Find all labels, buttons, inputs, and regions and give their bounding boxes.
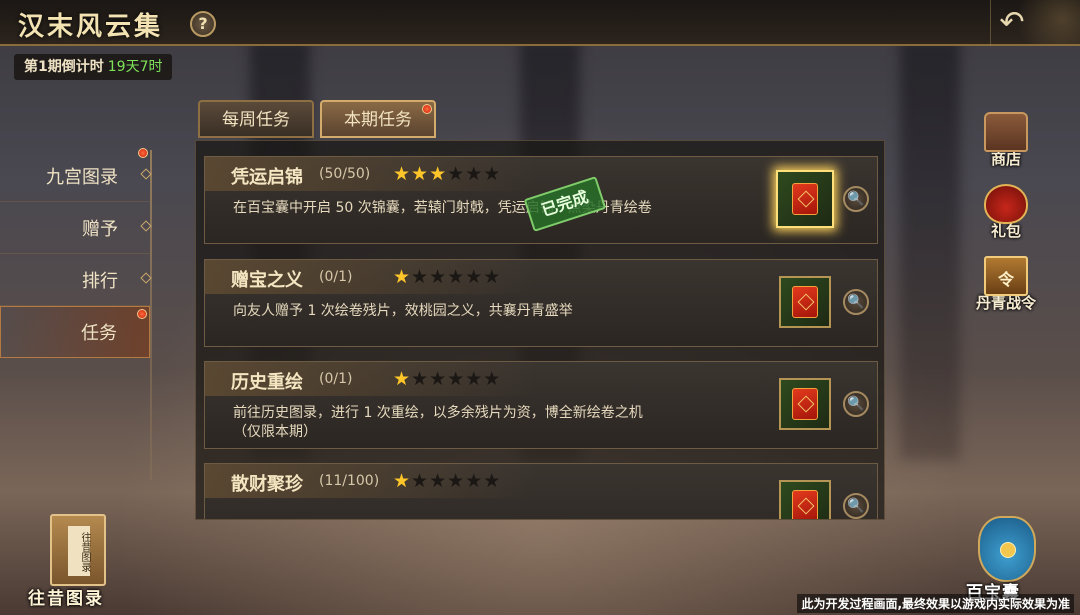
battle-order-icon: 令	[984, 256, 1028, 296]
notification-dot-icon	[137, 309, 147, 319]
star-rating: ★★★★★★	[393, 163, 501, 185]
task-name: 散财聚珍	[231, 474, 303, 495]
task-name: 赠宝之义	[231, 270, 303, 291]
star-empty-icon: ★	[447, 368, 466, 390]
book-icon: 往昔图录	[50, 514, 106, 586]
treasure-chest-icon	[984, 112, 1028, 152]
star-empty-icon: ★	[483, 266, 502, 288]
countdown-value: 19天7时	[107, 59, 163, 75]
tab-period-tasks[interactable]: 本期任务	[320, 100, 436, 138]
help-button[interactable]: ?	[190, 11, 216, 37]
star-filled-icon: ★	[393, 368, 412, 390]
star-empty-icon: ★	[483, 368, 502, 390]
star-filled-icon: ★	[411, 163, 430, 185]
disclaimer-text: 此为开发过程画面,最终效果以游戏内实际效果为准	[797, 594, 1074, 613]
reward-slot[interactable]	[779, 276, 831, 328]
task-progress: (50/50)	[319, 166, 371, 182]
task-progress: (11/100)	[319, 473, 380, 489]
magnifier-icon[interactable]: 🔍	[843, 391, 869, 417]
task-description: 向友人赠予 1 次绘卷残片，效桃园之义，共襄丹青盛举	[233, 303, 573, 319]
battle-order-button[interactable]: 令 丹青战令	[975, 256, 1037, 313]
reward-slot[interactable]	[776, 170, 834, 228]
nav-item-tasks[interactable]: 任务	[0, 306, 150, 358]
nav-item-label: 九宫图录	[46, 166, 118, 188]
gift-bag-icon	[984, 184, 1028, 224]
star-empty-icon: ★	[429, 266, 448, 288]
notification-dot-icon	[138, 148, 148, 158]
star-filled-icon: ★	[429, 163, 448, 185]
star-empty-icon: ★	[447, 266, 466, 288]
diamond-icon	[140, 220, 152, 232]
title-bar: 汉末风云集 ? ↶	[0, 0, 1080, 46]
star-rating: ★★★★★★	[393, 368, 501, 390]
gift-pack-button[interactable]: 礼包	[975, 184, 1037, 241]
nav-item-label: 赠予	[82, 218, 118, 240]
star-empty-icon: ★	[447, 163, 466, 185]
archive-label: 往昔图录	[28, 589, 104, 609]
red-pouch-icon	[792, 286, 818, 318]
red-pouch-icon	[792, 490, 818, 519]
treasure-bag-icon	[978, 516, 1036, 582]
book-title: 往昔图录	[68, 526, 90, 576]
star-rating: ★★★★★★	[393, 266, 501, 288]
shop-button[interactable]: 商店	[975, 112, 1037, 169]
diamond-icon	[140, 272, 152, 284]
task-card: 历史重绘 (0/1) ★★★★★★ 前往历史图录，进行 1 次重绘，以多余残片为…	[204, 361, 878, 449]
past-archive-button[interactable]: 往昔图录 往昔图录	[22, 510, 142, 610]
star-rating: ★★★★★★	[393, 470, 501, 492]
left-nav: 九宫图录 赠予 排行 任务	[0, 148, 155, 358]
star-empty-icon: ★	[411, 470, 430, 492]
star-empty-icon: ★	[465, 266, 484, 288]
nav-item-rank[interactable]: 排行	[0, 254, 152, 306]
tab-weekly-tasks[interactable]: 每周任务	[198, 100, 314, 138]
red-pouch-icon	[792, 388, 818, 420]
countdown-banner: 第1期倒计时 19天7时	[14, 54, 173, 80]
star-filled-icon: ★	[393, 470, 412, 492]
magnifier-icon[interactable]: 🔍	[843, 186, 869, 212]
star-empty-icon: ★	[465, 163, 484, 185]
nav-item-jiugong[interactable]: 九宫图录	[0, 148, 152, 202]
magnifier-icon[interactable]: 🔍	[843, 289, 869, 315]
nav-item-give[interactable]: 赠予	[0, 202, 152, 254]
task-name: 凭运启锦	[231, 167, 303, 188]
star-empty-icon: ★	[465, 470, 484, 492]
magnifier-icon[interactable]: 🔍	[843, 493, 869, 519]
star-empty-icon: ★	[465, 368, 484, 390]
task-progress: (0/1)	[319, 371, 353, 387]
task-name: 历史重绘	[231, 372, 303, 393]
task-description: 前往历史图录，进行 1 次重绘，以多余残片为资，博全新绘卷之机（仅限本期）	[233, 405, 643, 440]
star-empty-icon: ★	[483, 163, 502, 185]
tab-label: 本期任务	[344, 110, 412, 130]
task-list-panel[interactable]: 凭运启锦 (50/50) ★★★★★★ 在百宝囊中开启 50 次锦囊，若辕门射戟…	[195, 140, 885, 520]
nav-item-label: 排行	[82, 270, 118, 292]
star-empty-icon: ★	[429, 368, 448, 390]
star-empty-icon: ★	[411, 368, 430, 390]
star-filled-icon: ★	[393, 163, 412, 185]
star-empty-icon: ★	[447, 470, 466, 492]
red-pouch-icon	[792, 183, 818, 215]
nav-item-label: 任务	[81, 323, 117, 344]
task-card: 赠宝之义 (0/1) ★★★★★★ 向友人赠予 1 次绘卷残片，效桃园之义，共襄…	[204, 259, 878, 347]
background-pillar	[900, 40, 960, 460]
countdown-label: 第1期倒计时	[24, 59, 104, 75]
star-empty-icon: ★	[429, 470, 448, 492]
task-progress: (0/1)	[319, 269, 353, 285]
star-filled-icon: ★	[393, 266, 412, 288]
star-empty-icon: ★	[483, 470, 502, 492]
reward-slot[interactable]	[779, 378, 831, 430]
reward-slot[interactable]	[779, 480, 831, 519]
notification-dot-icon	[422, 104, 432, 114]
page-title: 汉末风云集	[18, 12, 164, 42]
star-empty-icon: ★	[411, 266, 430, 288]
task-card: 凭运启锦 (50/50) ★★★★★★ 在百宝囊中开启 50 次锦囊，若辕门射戟…	[204, 156, 878, 244]
completed-stamp: 已完成	[523, 176, 607, 232]
back-arrow-icon[interactable]: ↶	[992, 6, 1032, 40]
task-card: 散财聚珍 (11/100) ★★★★★★ 🔍	[204, 463, 878, 519]
order-glyph: 令	[998, 270, 1015, 289]
diamond-icon	[140, 168, 152, 180]
